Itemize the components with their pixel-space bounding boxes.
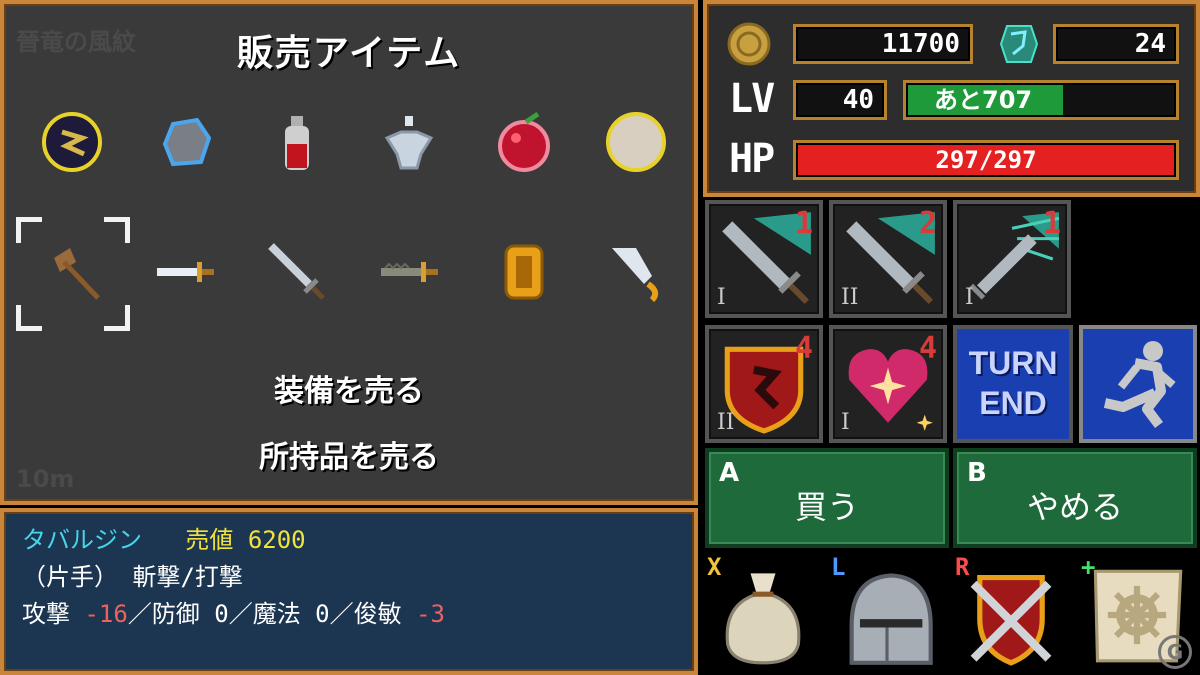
shop-panel: 晉竜の風紋 10m 販売アイテム 装備を売る 所持品を売る: [0, 0, 698, 505]
sell-inventory-option[interactable]: 所持品を売る: [4, 432, 694, 476]
gem-icon: [999, 25, 1039, 63]
stat-label-magic: 魔法: [252, 600, 301, 628]
gold-value: 11700: [793, 24, 973, 64]
skill-rank: II: [841, 285, 859, 310]
skill-count: 4: [918, 331, 937, 366]
stat-value-defense: 0: [214, 600, 229, 628]
potion-bottle-icon[interactable]: [261, 106, 333, 178]
serrated-blade-icon[interactable]: [373, 236, 445, 308]
stat-value-magic: 0: [315, 600, 330, 628]
equipment-helmet-button[interactable]: L: [829, 553, 945, 669]
item-stats: 攻撃 -16／防御 0／魔法 0／俊敏 -3: [22, 600, 445, 628]
stat-value-agility: -3: [416, 600, 445, 628]
pearl-icon[interactable]: [600, 106, 672, 178]
skill-count: 1: [794, 206, 813, 241]
skill-rank: I: [717, 285, 726, 310]
skill-count: 4: [794, 331, 813, 366]
turn-end-line-2: END: [979, 385, 1047, 421]
short-sword-icon[interactable]: [149, 236, 221, 308]
inventory-bag-button[interactable]: X: [705, 553, 821, 669]
price-label: 売値: [185, 526, 234, 554]
gold-coin-icon: [727, 22, 771, 66]
hp-bar: 297/297: [793, 140, 1179, 180]
long-sword-icon[interactable]: [261, 236, 333, 308]
desc-line-1: タバルジン 売値 6200: [22, 522, 676, 559]
exp-text: あと707: [934, 86, 1033, 114]
skill-slot-2[interactable]: 2 II: [829, 200, 947, 318]
apple-icon[interactable]: [488, 106, 560, 178]
shop-title: 販売アイテム: [236, 33, 462, 74]
skill-count: 1: [1042, 206, 1061, 241]
buy-label: 買う: [794, 488, 859, 526]
escape-button[interactable]: [1079, 325, 1197, 443]
level-value: 40: [793, 80, 887, 120]
status-panel: 11700 24 LV 40 あと707 HP 297/297: [703, 0, 1200, 197]
helmet-icon: [849, 573, 933, 665]
axe-icon[interactable]: [36, 236, 108, 308]
buy-button[interactable]: A 買う: [705, 448, 949, 548]
curved-blade-icon[interactable]: [600, 236, 672, 308]
price-value: 6200: [247, 526, 306, 554]
exp-bar: あと707: [903, 80, 1179, 120]
stone-icon[interactable]: [149, 106, 221, 178]
gem-value: 24: [1053, 24, 1179, 64]
bag-icon: [725, 573, 801, 665]
skills-button[interactable]: R: [953, 553, 1069, 669]
turn-end-line-1: TURN: [968, 345, 1058, 381]
running-man-icon: [1103, 341, 1176, 428]
hp-label: HP: [729, 136, 775, 182]
watermark-logo: G: [1158, 635, 1192, 669]
skill-count: 2: [918, 206, 937, 241]
gold-ring-icon[interactable]: [488, 236, 560, 308]
stat-label-attack: 攻撃: [22, 600, 70, 628]
turn-end-button[interactable]: TURN END: [953, 325, 1073, 443]
silver-flask-icon[interactable]: [373, 106, 445, 178]
crossed-swords-icon: [970, 574, 1052, 666]
turn-end-label: TURN END: [957, 343, 1069, 423]
level-label: LV: [729, 76, 775, 122]
skill-slot-3[interactable]: 1 I: [953, 200, 1071, 318]
skill-slot-5[interactable]: 4 I: [829, 325, 947, 443]
item-type: （片手） 斬撃/打撃: [22, 563, 243, 591]
cancel-button[interactable]: B やめる: [953, 448, 1197, 548]
skill-rank: I: [965, 285, 974, 310]
hp-text: 297/297: [935, 146, 1037, 174]
stat-value-attack: -16: [84, 600, 128, 628]
sell-equipment-option[interactable]: 装備を売る: [4, 366, 694, 410]
skill-rank: I: [841, 410, 850, 435]
item-name: タバルジン: [22, 526, 142, 554]
skill-slot-1[interactable]: 1 I: [705, 200, 823, 318]
skill-slot-4[interactable]: 4 II: [705, 325, 823, 443]
stat-label-agility: 俊敏: [353, 600, 402, 628]
stat-label-defense: 防御: [151, 600, 200, 628]
cancel-label: やめる: [1026, 488, 1123, 526]
dark-orb-icon[interactable]: [36, 106, 108, 178]
skill-rank: II: [717, 410, 735, 435]
item-description: タバルジン 売値 6200 （片手） 斬撃/打撃 攻撃 -16／防御 0／魔法 …: [0, 508, 698, 675]
